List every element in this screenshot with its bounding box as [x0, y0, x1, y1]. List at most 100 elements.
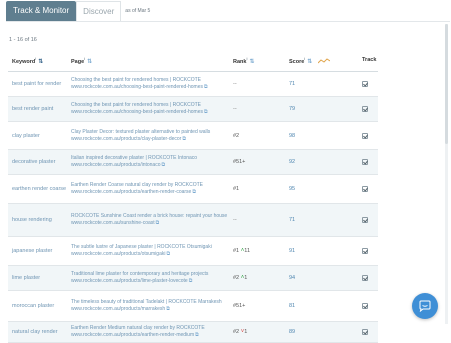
page-url-link[interactable]: www.rockcote.com.au/products/otsumigaki⧉ — [71, 251, 170, 257]
table-row: clay plaster Clay Plaster Decor: textured… — [8, 122, 378, 150]
page-title-link[interactable]: The timeless beauty of traditional Tadel… — [71, 299, 222, 305]
score-value: 91 — [289, 248, 296, 254]
column-header-page[interactable]: Pagei ⇅ — [71, 57, 92, 65]
external-link-icon[interactable]: ⧉ — [182, 136, 186, 142]
track-checkbox[interactable] — [362, 133, 368, 139]
score-value: 95 — [289, 186, 296, 192]
track-checkbox[interactable] — [362, 159, 368, 165]
rank-value: #51+ — [233, 159, 245, 165]
page-title-link[interactable]: The subtle lustre of Japanese plaster | … — [71, 244, 212, 250]
track-checkbox[interactable] — [362, 303, 368, 309]
trend-line-icon[interactable] — [317, 58, 331, 64]
scrollbar-thumb[interactable] — [445, 24, 448, 144]
info-icon: i — [35, 57, 37, 61]
table-row: earthen render coarse Earthen Render Coar… — [8, 175, 378, 204]
external-link-icon[interactable]: ⧉ — [166, 306, 170, 312]
sort-asc-icon[interactable]: ⇅ — [38, 59, 43, 65]
rank-value: #1 — [233, 186, 239, 192]
chat-icon — [419, 300, 431, 312]
table-row: japanese plaster The subtle lustre of Jap… — [8, 237, 378, 266]
info-icon: i — [84, 57, 86, 61]
page-title-link[interactable]: Choosing the best paint for rendered hom… — [71, 102, 201, 108]
page-url-link[interactable]: www.rockcote.com.au/products/earthen-ren… — [71, 332, 199, 338]
page-url-text: www.rockcote.com.au/products/earthen-ren… — [71, 189, 192, 195]
keyword-link[interactable]: house rendering — [12, 217, 52, 223]
column-header-rank[interactable]: Ranki ⇅ — [233, 57, 254, 65]
keyword-link[interactable]: japanese plaster — [12, 248, 52, 254]
tab-track-monitor[interactable]: Track & Monitor — [6, 1, 77, 21]
rank-value: #2 — [233, 133, 239, 139]
sort-icon[interactable]: ⇅ — [249, 59, 254, 65]
rank-change: 1 — [244, 329, 248, 335]
keyword-link[interactable]: best paint for render — [12, 81, 61, 87]
page-url-link[interactable]: www.rockcote.com.au/products/earthen-ren… — [71, 189, 196, 195]
rank-value: -- — [233, 217, 237, 223]
keyword-link[interactable]: lime plaster — [12, 275, 40, 281]
rank-text: #1 — [233, 186, 240, 192]
page-url-link[interactable]: www.rockcote.com.au/choosing-best-paint-… — [71, 84, 208, 90]
track-checkbox[interactable] — [362, 275, 368, 281]
rank-text: #51+ — [233, 303, 246, 309]
column-label-track: Track — [362, 57, 377, 63]
external-link-icon[interactable]: ⧉ — [195, 332, 199, 338]
keyword-link[interactable]: best render paint — [12, 106, 53, 112]
track-checkbox[interactable] — [362, 81, 368, 87]
table-row: best paint for render Choosing the best p… — [8, 72, 378, 97]
external-link-icon[interactable]: ⧉ — [204, 84, 208, 90]
track-checkbox[interactable] — [362, 106, 368, 112]
page-url-link[interactable]: www.rockcote.com.au/choosing-best-paint-… — [71, 109, 208, 115]
track-checkbox[interactable] — [362, 248, 368, 254]
column-header-score[interactable]: Scorei ⇅ — [289, 57, 331, 65]
page-url-text: www.rockcote.com.au/sunshine-coast — [71, 220, 155, 226]
page-url-text: www.rockcote.com.au/products/intonaco — [71, 162, 161, 168]
score-value: 81 — [289, 303, 296, 309]
page-url-link[interactable]: www.rockcote.com.au/sunshine-coast⧉ — [71, 220, 159, 226]
score-value: 92 — [289, 159, 296, 165]
table-row: lime plaster Traditional lime plaster for… — [8, 266, 378, 291]
results-count: 1 - 16 of 16 — [9, 37, 37, 43]
page-title-link[interactable]: Choosing the best paint for rendered hom… — [71, 77, 201, 83]
rank-text: -- — [233, 217, 237, 223]
page-url-link[interactable]: www.rockcote.com.au/products/lime-plaste… — [71, 278, 192, 284]
page-url-text: www.rockcote.com.au/choosing-best-paint-… — [71, 84, 204, 90]
external-link-icon[interactable]: ⧉ — [189, 278, 193, 284]
track-checkbox[interactable] — [362, 186, 368, 192]
page-title-link[interactable]: ROCKCOTE Sunshine Coast render a brick h… — [71, 213, 227, 219]
rank-value: -- — [233, 81, 237, 87]
rank-value: #2 ˅1 — [233, 329, 247, 335]
keyword-link[interactable]: clay plaster — [12, 133, 40, 139]
tab-discover[interactable]: Discover — [76, 1, 122, 21]
page-title-link[interactable]: Italian inspired decorative plaster | RO… — [71, 155, 197, 161]
page-url-text: www.rockcote.com.au/products/clay-plaste… — [71, 136, 182, 142]
page-url-text: www.rockcote.com.au/choosing-best-paint-… — [71, 109, 204, 115]
external-link-icon[interactable]: ⧉ — [156, 220, 160, 226]
external-link-icon[interactable]: ⧉ — [192, 189, 196, 195]
page-title-link[interactable]: Clay Plaster Decor: textured plaster alt… — [71, 129, 210, 135]
score-value: 94 — [289, 275, 296, 281]
external-link-icon[interactable]: ⧉ — [166, 251, 170, 257]
external-link-icon[interactable]: ⧉ — [162, 162, 166, 168]
column-header-keyword[interactable]: Keywordi ⇅ — [12, 57, 43, 65]
keyword-link[interactable]: moroccan plaster — [12, 303, 54, 309]
keyword-link[interactable]: natural clay render — [12, 329, 58, 335]
table-header: Keywordi ⇅ Pagei ⇅ Ranki ⇅ Scorei ⇅ Track — [8, 51, 378, 72]
sort-icon[interactable]: ⇅ — [307, 59, 312, 65]
external-link-icon[interactable]: ⧉ — [204, 109, 208, 115]
keyword-link[interactable]: decorative plaster — [12, 159, 55, 165]
page-url-link[interactable]: www.rockcote.com.au/products/intonaco⧉ — [71, 162, 165, 168]
page-url-link[interactable]: www.rockcote.com.au/products/clay-plaste… — [71, 136, 186, 142]
page-title-link[interactable]: Traditional lime plaster for contemporar… — [71, 271, 208, 277]
page-url-text: www.rockcote.com.au/products/earthen-ren… — [71, 332, 195, 338]
track-checkbox[interactable] — [362, 329, 368, 335]
chat-button[interactable] — [412, 293, 438, 319]
column-label-keyword: Keyword — [12, 58, 36, 65]
page-url-link[interactable]: www.rockcote.com.au/products/marrakesh⧉ — [71, 306, 170, 312]
keyword-link[interactable]: earthen render coarse — [12, 186, 66, 192]
page-title-link[interactable]: Earthen Render Coarse natural clay rende… — [71, 182, 203, 188]
scrollbar[interactable] — [445, 24, 448, 324]
page-url-text: www.rockcote.com.au/products/otsumigaki — [71, 251, 166, 257]
rank-value: #2 ˄1 — [233, 275, 247, 281]
page-url-text: www.rockcote.com.au/products/lime-plaste… — [71, 278, 188, 284]
track-checkbox[interactable] — [362, 217, 368, 223]
sort-icon[interactable]: ⇅ — [87, 59, 92, 65]
